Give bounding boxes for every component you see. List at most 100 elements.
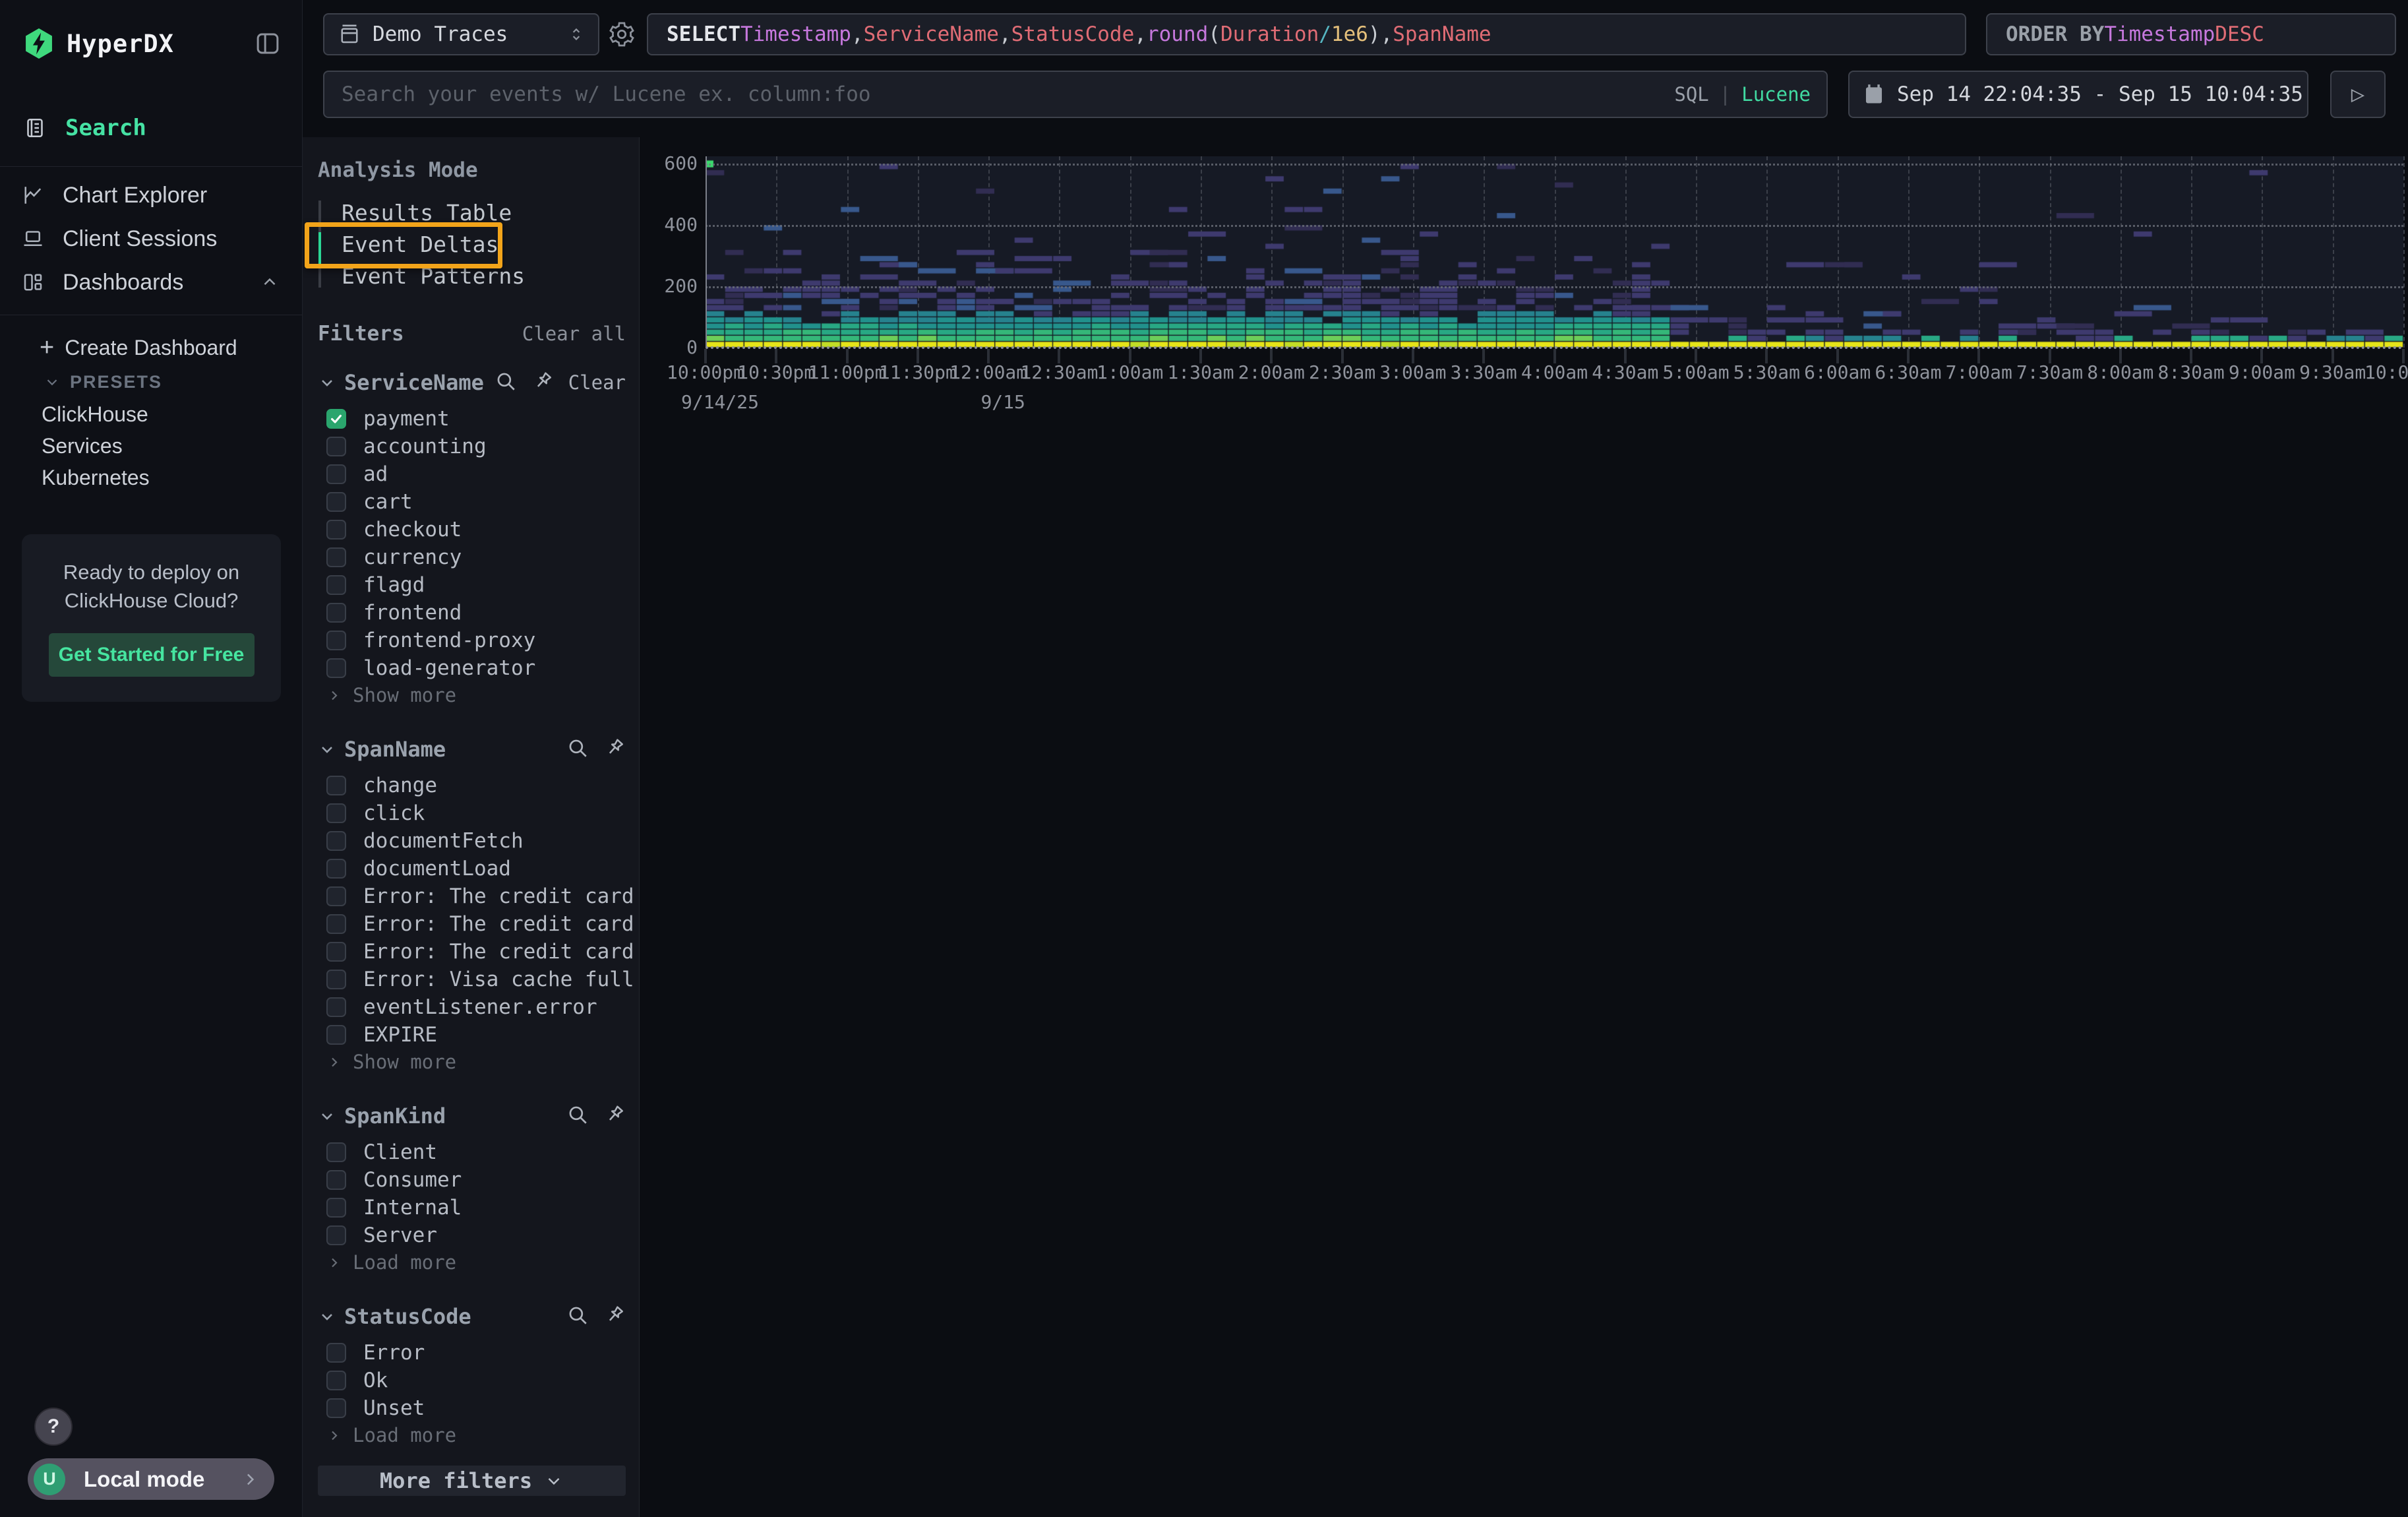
facet-pin-icon[interactable]	[603, 1304, 626, 1329]
filter-option-ok[interactable]: Ok	[318, 1367, 626, 1394]
sidebar-item-dashboards[interactable]: Dashboards	[0, 261, 302, 304]
sql-orderby-editor[interactable]: ORDER BY Timestamp DESC	[1986, 13, 2396, 55]
search-input[interactable]: Search your events w/ Lucene ex. column:…	[323, 71, 1828, 118]
checkbox-unchecked[interactable]	[326, 1170, 346, 1190]
checkbox-unchecked[interactable]	[326, 658, 346, 678]
facet-search-icon[interactable]	[566, 737, 589, 762]
create-dashboard-button[interactable]: + Create Dashboard	[0, 330, 302, 365]
filter-option-error-the-credit-card[interactable]: Error: The credit card (…	[318, 882, 626, 910]
filter-option-click[interactable]: click	[318, 799, 626, 827]
facet-pin-icon[interactable]	[603, 1103, 626, 1129]
sql-select-editor[interactable]: SELECT Timestamp, ServiceName, StatusCod…	[647, 13, 1966, 55]
checkbox-unchecked[interactable]	[326, 1398, 346, 1418]
checkbox-unchecked[interactable]	[326, 575, 346, 595]
filter-group-header-spanname[interactable]: SpanName	[318, 736, 626, 762]
filter-option-documentfetch[interactable]: documentFetch	[318, 827, 626, 855]
checkbox-unchecked[interactable]	[326, 886, 346, 906]
load-more-link-statuscode[interactable]: Load more	[318, 1422, 626, 1448]
checkbox-unchecked[interactable]	[326, 914, 346, 934]
filter-option-expire[interactable]: EXPIRE	[318, 1021, 626, 1049]
data-source-select[interactable]: Demo Traces	[323, 13, 599, 55]
checkbox-unchecked[interactable]	[326, 776, 346, 795]
language-option-lucene[interactable]: Lucene	[1741, 83, 1811, 106]
checkbox-unchecked[interactable]	[326, 970, 346, 989]
checkbox-unchecked[interactable]	[326, 1225, 346, 1245]
filter-option-error-the-credit-card[interactable]: Error: The credit card (…	[318, 910, 626, 938]
filter-option-accounting[interactable]: accounting	[318, 433, 626, 460]
checkbox-unchecked[interactable]	[326, 492, 346, 512]
help-button[interactable]: ?	[34, 1408, 73, 1446]
filter-option-client[interactable]: Client	[318, 1138, 626, 1166]
facet-pin-icon[interactable]	[603, 737, 626, 762]
checkbox-unchecked[interactable]	[326, 631, 346, 650]
checkbox-unchecked[interactable]	[326, 603, 346, 623]
checkbox-unchecked[interactable]	[326, 1142, 346, 1162]
filter-option-currency[interactable]: currency	[318, 543, 626, 571]
filter-option-payment[interactable]: payment	[318, 405, 626, 433]
checkbox-unchecked[interactable]	[326, 942, 346, 962]
checkbox-unchecked[interactable]	[326, 859, 346, 879]
filter-option-eventlistener-error[interactable]: eventListener.error	[318, 993, 626, 1021]
analysis-mode-event-deltas[interactable]: Event Deltas	[318, 228, 626, 260]
clear-all-filters-link[interactable]: Clear all	[522, 323, 626, 345]
filter-option-ad[interactable]: ad	[318, 460, 626, 488]
filter-option-error-visa-cache-full[interactable]: Error: Visa cache full: …	[318, 966, 626, 993]
run-query-button[interactable]: ▷	[2330, 71, 2386, 118]
filter-option-cart[interactable]: cart	[318, 488, 626, 516]
checkbox-unchecked[interactable]	[326, 803, 346, 823]
collapse-sidebar-icon[interactable]	[253, 30, 282, 57]
checkbox-unchecked[interactable]	[326, 547, 346, 567]
facet-pin-icon[interactable]	[531, 370, 554, 395]
user-menu[interactable]: U Local mode	[28, 1458, 274, 1500]
sidebar-item-services[interactable]: Services	[0, 430, 302, 462]
facet-clear-link[interactable]: Clear	[568, 371, 626, 394]
sidebar-item-chart-explorer[interactable]: Chart Explorer	[0, 173, 302, 217]
checkbox-unchecked[interactable]	[326, 1025, 346, 1045]
filter-option-error-the-credit-card[interactable]: Error: The credit card (…	[318, 938, 626, 966]
facet-search-icon[interactable]	[566, 1304, 589, 1329]
checkbox-unchecked[interactable]	[326, 1371, 346, 1390]
filter-option-documentload[interactable]: documentLoad	[318, 855, 626, 882]
checkbox-unchecked[interactable]	[326, 997, 346, 1017]
analysis-mode-event-patterns[interactable]: Event Patterns	[318, 260, 626, 292]
checkbox-unchecked[interactable]	[326, 831, 346, 851]
filter-option-unset[interactable]: Unset	[318, 1394, 626, 1422]
more-filters-button[interactable]: More filters	[318, 1466, 626, 1496]
checkbox-unchecked[interactable]	[326, 1198, 346, 1218]
checkbox-unchecked[interactable]	[326, 1343, 346, 1363]
load-more-link-spankind[interactable]: Load more	[318, 1249, 626, 1276]
filter-option-server[interactable]: Server	[318, 1222, 626, 1249]
analysis-mode-results-table[interactable]: Results Table	[318, 197, 626, 228]
checkbox-unchecked[interactable]	[326, 437, 346, 456]
sidebar-item-client-sessions[interactable]: Client Sessions	[0, 217, 302, 261]
language-option-sql[interactable]: SQL	[1674, 83, 1708, 106]
filter-group-header-spankind[interactable]: SpanKind	[318, 1103, 626, 1129]
checkbox-checked[interactable]	[326, 409, 346, 429]
show-more-link-spanname[interactable]: Show more	[318, 1049, 626, 1075]
show-more-link-servicename[interactable]: Show more	[318, 682, 626, 708]
get-started-button[interactable]: Get Started for Free	[49, 633, 255, 677]
sidebar-item-kubernetes[interactable]: Kubernetes	[0, 462, 302, 493]
filter-option-internal[interactable]: Internal	[318, 1194, 626, 1222]
sidebar-item-clickhouse[interactable]: ClickHouse	[0, 398, 302, 430]
filter-option-frontend[interactable]: frontend	[318, 599, 626, 627]
presets-toggle[interactable]: PRESETS	[0, 365, 302, 398]
date-range-picker[interactable]: Sep 14 22:04:35 - Sep 15 10:04:35	[1848, 71, 2308, 118]
facet-search-icon[interactable]	[566, 1103, 589, 1129]
filter-option-consumer[interactable]: Consumer	[318, 1166, 626, 1194]
filter-option-error[interactable]: Error	[318, 1339, 626, 1367]
filter-group-header-servicename[interactable]: ServiceNameClear	[318, 369, 626, 396]
filter-option-frontend-proxy[interactable]: frontend-proxy	[318, 627, 626, 654]
source-settings-gear-icon[interactable]	[607, 20, 636, 49]
filter-option-load-generator[interactable]: load-generator	[318, 654, 626, 682]
sidebar-item-search[interactable]: Search	[0, 106, 302, 150]
heatmap-plot-area[interactable]	[706, 156, 2403, 348]
filter-option-checkout[interactable]: checkout	[318, 516, 626, 543]
checkbox-unchecked[interactable]	[326, 520, 346, 540]
checkbox-unchecked[interactable]	[326, 464, 346, 484]
filter-option-flagd[interactable]: flagd	[318, 571, 626, 599]
filter-option-change[interactable]: change	[318, 772, 626, 799]
date-range-value: Sep 14 22:04:35 - Sep 15 10:04:35	[1897, 82, 2303, 106]
filter-group-header-statuscode[interactable]: StatusCode	[318, 1303, 626, 1330]
facet-search-icon[interactable]	[495, 370, 517, 395]
